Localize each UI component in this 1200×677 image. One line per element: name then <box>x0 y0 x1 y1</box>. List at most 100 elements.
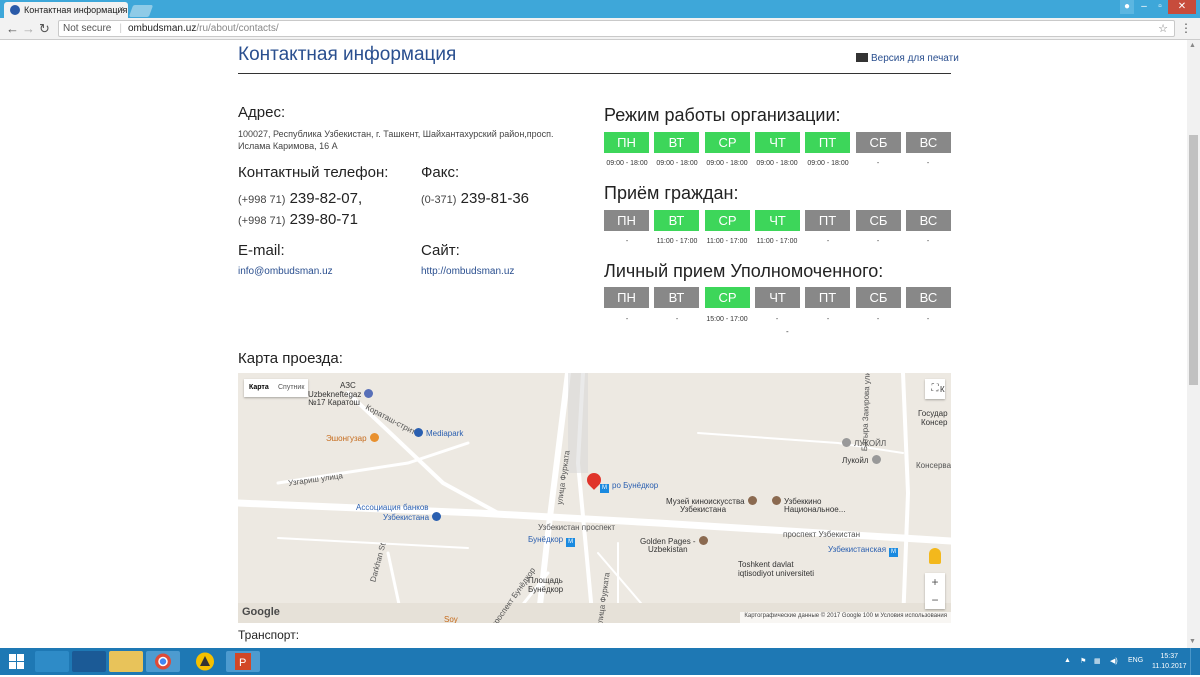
scroll-thumb[interactable] <box>1189 135 1198 385</box>
day-badge-3: ЧТ <box>755 132 800 153</box>
windows-start-icon[interactable] <box>6 651 28 672</box>
show-desktop-button[interactable] <box>1190 648 1200 675</box>
day-badge-2: СР <box>705 287 750 308</box>
favicon-icon <box>10 5 20 15</box>
day-time-0: - <box>625 238 629 245</box>
zoom-control: + − <box>925 573 945 609</box>
day-badge-0: ПН <box>604 210 649 231</box>
day-time-0: - <box>625 316 629 323</box>
map-label-uzbekkino-2: Национальное... <box>784 505 846 514</box>
day-time-4: - <box>826 316 830 323</box>
pegman-icon[interactable] <box>929 548 941 564</box>
url-path: /ru/about/contacts/ <box>196 23 279 34</box>
powershell-icon[interactable] <box>72 651 106 672</box>
day-badge-1: ВТ <box>654 132 699 153</box>
map-label-tashkent-1: Toshkent davlat <box>738 560 794 569</box>
url-field[interactable]: Not secure | ombudsman.uz/ru/about/contact… <box>58 20 1175 37</box>
bank-icon <box>432 512 442 521</box>
minimize-button[interactable]: – <box>1136 0 1152 14</box>
museum-icon <box>747 496 757 505</box>
maximize-button[interactable]: ▫ <box>1152 0 1168 14</box>
map-label-assoc-2: Узбекистана <box>383 512 442 522</box>
schedule-title-personal: Личный прием Уполномоченного: <box>604 261 884 281</box>
language-indicator[interactable]: ENG <box>1128 657 1143 664</box>
map-label-gosud-1: Государ <box>918 409 948 418</box>
place-icon <box>698 536 708 545</box>
day-badge-3: ЧТ <box>755 210 800 231</box>
address-line-2: Ислама Каримова, 16 А <box>238 141 338 151</box>
scroll-down-icon[interactable]: ▼ <box>1189 638 1196 645</box>
day-time-6: - <box>926 316 930 323</box>
flag-icon[interactable]: ⚑ <box>1080 657 1086 665</box>
file-explorer-icon[interactable] <box>109 651 143 672</box>
url-domain: ombudsman.uz <box>127 23 197 34</box>
app-triangle-icon[interactable] <box>188 651 222 672</box>
clock[interactable]: 15:37 11.10.2017 <box>1152 652 1187 672</box>
close-window-button[interactable]: ✕ <box>1168 0 1196 14</box>
map-type-map[interactable]: Карта <box>249 384 269 391</box>
map-label-assoc-1: Ассоциация банков <box>356 503 429 512</box>
fax-label: Факс: <box>421 164 460 181</box>
browser-menu-icon[interactable]: ⋮ <box>1180 21 1192 35</box>
map-label-bunyodkor-top: Mро Бунёдкор <box>600 481 659 493</box>
day-badge-6: ВС <box>906 287 951 308</box>
tab-close-icon[interactable]: × <box>119 4 124 14</box>
powerpoint-icon[interactable]: P <box>226 651 260 672</box>
map-attribution[interactable]: Картографические данные © 2017 Google 10… <box>740 612 951 623</box>
zoom-out-button[interactable]: − <box>925 591 945 609</box>
network-icon[interactable]: ▦ <box>1094 657 1101 665</box>
browser-tab[interactable]: Контактная информация × <box>4 2 128 18</box>
day-badge-5: СБ <box>856 287 901 308</box>
day-badge-6: ВС <box>906 132 951 153</box>
map-label-tashkent-2: iqtisodiyot universiteti <box>738 569 815 578</box>
print-version-link[interactable]: Версия для печати <box>856 53 959 64</box>
map-label-bunyodkor-metro: Бунёдкор M <box>528 535 576 547</box>
metro-icon: M <box>600 484 609 493</box>
page-content: Контактная информация Версия для печати … <box>0 40 1187 648</box>
map-type-satellite[interactable]: Спутник <box>278 384 304 391</box>
day-time-2: 11:00 - 17:00 <box>706 238 748 245</box>
day-time-5: - <box>876 238 880 245</box>
bookmark-star-icon[interactable]: ☆ <box>1158 22 1168 35</box>
reload-icon[interactable]: ↻ <box>39 21 50 37</box>
day-badge-2: СР <box>705 210 750 231</box>
site-link[interactable]: http://ombudsman.uz <box>421 266 514 277</box>
day-time-1: 11:00 - 17:00 <box>656 238 698 245</box>
day-badge-6: ВС <box>906 210 951 231</box>
day-badge-3: ЧТ <box>755 287 800 308</box>
phone-number-1: (+998 71) 239-82-07, <box>238 190 363 207</box>
user-icon[interactable]: ● <box>1120 0 1134 14</box>
day-time-5: - <box>876 160 880 167</box>
email-link[interactable]: info@ombudsman.uz <box>238 266 333 277</box>
day-time-1: 09:00 - 18:00 <box>656 160 698 167</box>
printer-icon <box>856 53 868 62</box>
map-label-mediapark: Mediapark <box>414 428 463 438</box>
day-time-3: - <box>775 316 779 323</box>
email-label: E-mail: <box>238 242 285 259</box>
server-manager-icon[interactable] <box>35 651 69 672</box>
day-time-3: 11:00 - 17:00 <box>756 238 798 245</box>
map-label-eshongu: Эшонгузар <box>326 433 379 443</box>
schedule-title-reception: Приём граждан: <box>604 183 739 203</box>
taskbar: P ▲ ⚑ ▦ ◀) ENG 15:37 11.10.2017 <box>0 648 1200 675</box>
museum-icon <box>772 496 781 505</box>
back-arrow-icon[interactable]: ← <box>6 21 19 36</box>
day-badge-5: СБ <box>856 210 901 231</box>
svg-text:P: P <box>239 657 246 669</box>
new-tab-button[interactable] <box>128 5 154 17</box>
scrollbar[interactable]: ▲ ▼ <box>1187 40 1200 648</box>
map-label-uzbekistanskaya: Узбекистанская M <box>828 545 899 557</box>
chrome-icon[interactable] <box>146 651 180 672</box>
tray-chevron-icon[interactable]: ▲ <box>1064 657 1071 664</box>
map[interactable]: Карта Спутник ⛶ + − АЗС Uzbekneftegaz №1… <box>238 373 951 623</box>
map-type-selector[interactable]: Карта Спутник <box>244 379 308 397</box>
address-label: Адрес: <box>238 104 286 121</box>
phone-label: Контактный телефон: <box>238 164 389 181</box>
schedule-days-reception: ПН ВТ СР ЧТ ПТ СБ ВС <box>604 210 951 232</box>
zoom-in-button[interactable]: + <box>925 573 945 591</box>
day-time-6: - <box>926 160 930 167</box>
forward-arrow-icon[interactable]: → <box>22 21 35 36</box>
map-label-ploshad-1: Площадь <box>528 576 563 585</box>
volume-icon[interactable]: ◀) <box>1110 657 1118 665</box>
scroll-up-icon[interactable]: ▲ <box>1189 42 1196 49</box>
